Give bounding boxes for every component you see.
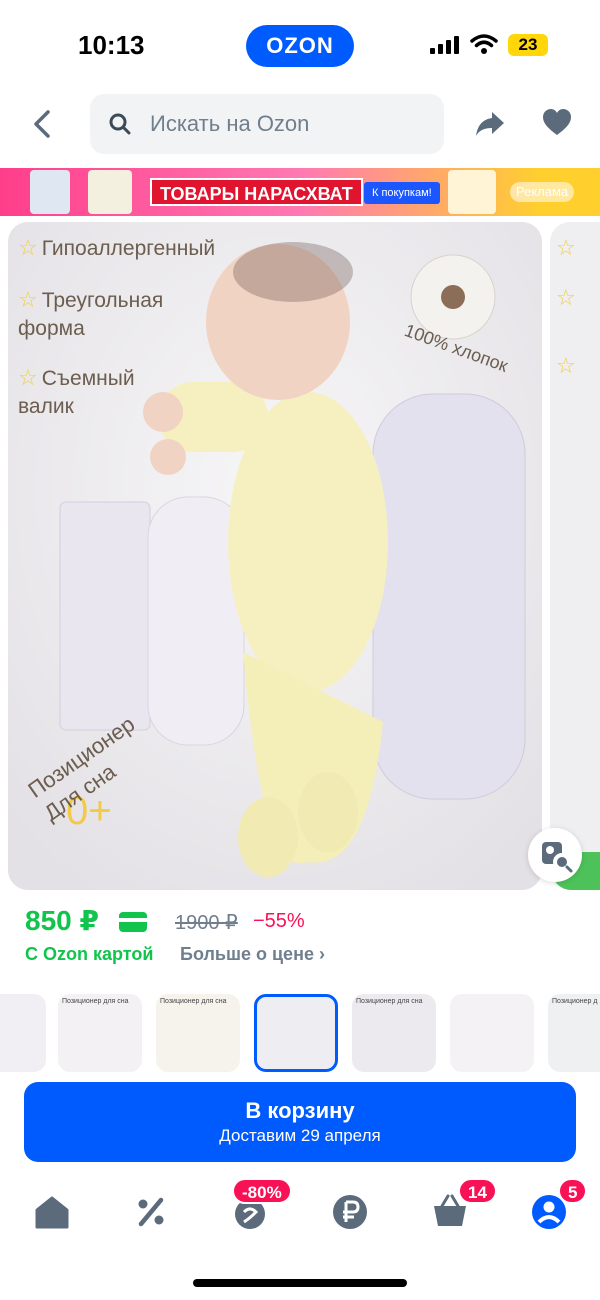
fresh-discount-badge: -80% bbox=[232, 1178, 292, 1204]
image-search-button[interactable] bbox=[528, 828, 582, 882]
add-to-cart-label: В корзину bbox=[245, 1098, 355, 1123]
thumbnail[interactable]: Позиционер для сна bbox=[352, 994, 436, 1072]
status-bar: 10:13 OZON 23 bbox=[0, 0, 600, 90]
wifi-icon bbox=[470, 34, 498, 54]
ozon-logo[interactable]: OZON bbox=[246, 25, 354, 67]
thumbnail[interactable]: Позиционер для сна bbox=[156, 994, 240, 1072]
signal-icon bbox=[430, 36, 460, 54]
banner-headline: ТОВАРЫ НАРАСХВАТ bbox=[150, 178, 363, 206]
feature-triangular: ☆ Треугольная форма bbox=[18, 287, 164, 340]
discount-percent-icon[interactable] bbox=[131, 1192, 171, 1232]
price-row: 850 ₽ 1900 ₽ −55% bbox=[25, 904, 585, 944]
ad-banner[interactable]: ТОВАРЫ НАРАСХВАТ К покупкам! Реклама bbox=[0, 168, 600, 216]
banner-cta-button[interactable]: К покупкам! bbox=[364, 182, 440, 204]
favorite-heart-icon[interactable] bbox=[542, 108, 572, 138]
star-icon: ☆ bbox=[18, 235, 38, 260]
chevron-right-icon: › bbox=[318, 944, 325, 964]
discount-percent: −55% bbox=[253, 910, 305, 932]
banner-product-image bbox=[30, 170, 70, 214]
cart-count-badge: 14 bbox=[458, 1178, 497, 1204]
header-search-row: Искать на Ozon bbox=[0, 94, 600, 154]
ruble-finance-icon[interactable] bbox=[330, 1192, 370, 1232]
product-gallery[interactable]: ☆ Гипоаллергенный ☆ Треугольная форма ☆ Съе… bbox=[0, 222, 600, 892]
thumbnail-strip[interactable]: Позиционер для сна Позиционер для сна По… bbox=[0, 994, 600, 1074]
search-placeholder: Искать на Ozon bbox=[150, 111, 310, 136]
search-icon bbox=[109, 113, 131, 135]
share-icon[interactable] bbox=[474, 108, 506, 140]
more-about-price-link[interactable]: Больше о цене › bbox=[180, 944, 325, 965]
thumbnail[interactable]: Позиционер для сна bbox=[58, 994, 142, 1072]
ozon-card-icon bbox=[119, 912, 147, 932]
star-icon: ☆ bbox=[18, 365, 38, 390]
banner-product-image bbox=[448, 170, 496, 214]
battery-indicator: 23 bbox=[508, 34, 548, 56]
next-product-photo-preview[interactable]: ☆ ☆ ☆ bbox=[550, 222, 600, 890]
thumbnail-selected[interactable] bbox=[254, 994, 338, 1072]
old-price: 1900 ₽ bbox=[175, 912, 238, 934]
bottom-nav: -80% 14 5 bbox=[0, 1178, 600, 1250]
home-icon[interactable] bbox=[32, 1192, 72, 1232]
search-input[interactable]: Искать на Ozon bbox=[90, 94, 444, 154]
product-photo[interactable]: ☆ Гипоаллергенный ☆ Треугольная форма ☆ Съе… bbox=[8, 222, 542, 890]
ad-label[interactable]: Реклама bbox=[510, 182, 575, 202]
feature-removable-bolster: ☆ Съемный валик bbox=[18, 365, 135, 418]
banner-product-image bbox=[88, 170, 132, 214]
ozon-card-label[interactable]: С Ozon картой bbox=[25, 944, 153, 965]
thumbnail[interactable]: Позиционер д bbox=[548, 994, 600, 1072]
profile-notification-badge: 5 bbox=[558, 1178, 588, 1204]
delivery-date: Доставим 29 апреля bbox=[219, 1126, 381, 1145]
status-time: 10:13 bbox=[78, 30, 145, 60]
home-indicator[interactable] bbox=[193, 1279, 407, 1287]
thumbnail[interactable] bbox=[0, 994, 46, 1072]
image-search-icon bbox=[542, 842, 573, 873]
ozon-card-price: 850 ₽ bbox=[25, 905, 99, 936]
star-icon: ☆ bbox=[18, 287, 38, 312]
thumbnail[interactable] bbox=[450, 994, 534, 1072]
price-subrow: С Ozon картой Больше о цене › bbox=[25, 944, 585, 970]
back-arrow-icon[interactable] bbox=[28, 106, 58, 142]
add-to-cart-button[interactable]: В корзину Доставим 29 апреля bbox=[24, 1082, 576, 1162]
feature-hypoallergenic: ☆ Гипоаллергенный bbox=[18, 235, 216, 260]
